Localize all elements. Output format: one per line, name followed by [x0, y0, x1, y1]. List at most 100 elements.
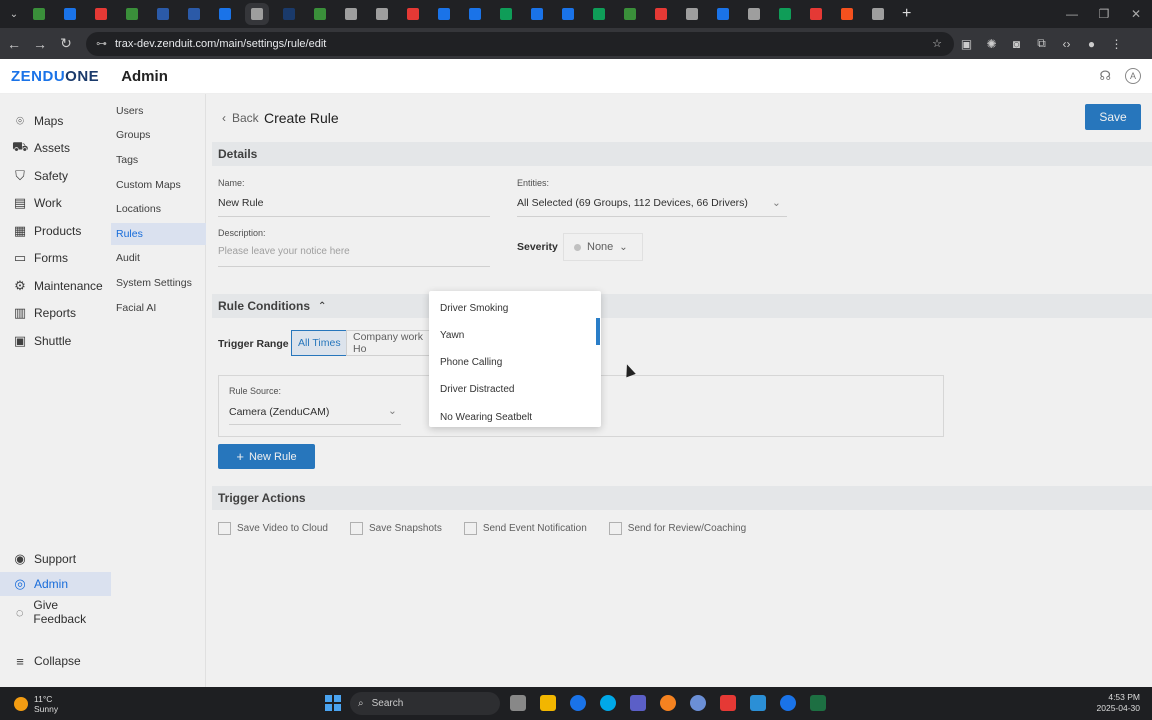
puzzle-icon[interactable]: ⧉: [1029, 36, 1054, 51]
nav-item-give-feedback[interactable]: ◌ Give Feedback: [12, 598, 111, 626]
nav-item-support[interactable]: ◉ Support: [12, 549, 76, 569]
browser-tab[interactable]: [650, 3, 672, 25]
browser-tab[interactable]: [619, 3, 641, 25]
app-icon[interactable]: [720, 695, 736, 711]
subnav-item-custom-maps[interactable]: Custom Maps: [116, 179, 181, 191]
checkbox[interactable]: [350, 522, 363, 535]
browser-tab[interactable]: [340, 3, 362, 25]
menu-kebab-icon[interactable]: ⋮: [1104, 37, 1129, 51]
browser-tab[interactable]: [309, 3, 331, 25]
checkbox[interactable]: [463, 522, 477, 535]
bookmark-star-icon[interactable]: ☆: [932, 37, 942, 50]
nav-item-forms[interactable]: ▭ Forms: [12, 248, 68, 268]
subnav-item-tags[interactable]: Tags: [116, 154, 138, 166]
subnav-item-locations[interactable]: Locations: [116, 203, 161, 215]
action-send-review[interactable]: Send for Review/Coaching: [608, 522, 746, 535]
browser-tab[interactable]: [152, 3, 174, 25]
browser-tab[interactable]: [805, 3, 827, 25]
chevron-down-icon[interactable]: ⌄: [772, 197, 781, 209]
browser-tab[interactable]: [681, 3, 703, 25]
browser-tab[interactable]: [433, 3, 455, 25]
browser-tab[interactable]: [402, 3, 424, 25]
back-link[interactable]: ‹ Back: [222, 111, 259, 125]
description-input[interactable]: Please leave your notice here: [218, 246, 350, 257]
rule-type-dropdown[interactable]: Driver Smoking Yawn Phone Calling Driver…: [429, 291, 601, 427]
nav-item-admin[interactable]: ◎ Admin: [12, 574, 68, 594]
browser-tab[interactable]: [90, 3, 112, 25]
excel-icon[interactable]: [810, 695, 826, 711]
browser-tab[interactable]: [183, 3, 205, 25]
taskbar-search[interactable]: ⌕ Search: [350, 692, 500, 715]
browser-tab[interactable]: [495, 3, 517, 25]
subnav-item-system-settings[interactable]: System Settings: [116, 277, 192, 289]
postman-icon[interactable]: [660, 695, 676, 711]
address-bar[interactable]: ⊶ trax-dev.zenduit.com/main/settings/rul…: [86, 31, 954, 56]
weather-widget[interactable]: 11°C Sunny: [14, 694, 58, 714]
name-field[interactable]: New Rule: [218, 197, 264, 209]
nav-item-maintenance[interactable]: ⚙ Maintenance: [12, 276, 103, 296]
action-send-notification[interactable]: Send Event Notification: [463, 522, 587, 535]
browser-tab[interactable]: [245, 3, 269, 25]
subnav-item-audit[interactable]: Audit: [116, 252, 140, 264]
nav-item-work[interactable]: ▤ Work: [12, 193, 62, 213]
minimize-icon[interactable]: —: [1056, 0, 1088, 28]
app-icon[interactable]: [690, 695, 706, 711]
nav-item-assets[interactable]: ⛟ Assets: [12, 138, 70, 158]
dropdown-option-driver-smoking[interactable]: Driver Smoking: [440, 303, 508, 314]
browser-tab[interactable]: [371, 3, 393, 25]
browser-tab[interactable]: [588, 3, 610, 25]
subnav-item-facial-ai[interactable]: Facial AI: [116, 302, 156, 314]
chrome-icon[interactable]: [780, 695, 796, 711]
nav-item-safety[interactable]: ⛉ Safety: [12, 166, 68, 186]
tab-search-dropdown-icon[interactable]: ⌄: [0, 0, 28, 28]
dropdown-scrollbar[interactable]: [596, 318, 600, 345]
entities-select[interactable]: All Selected (69 Groups, 112 Devices, 66…: [517, 197, 748, 209]
dropdown-option-yawn[interactable]: Yawn: [440, 330, 464, 341]
rule-conditions-header[interactable]: Rule Conditions ⌃: [212, 294, 1152, 318]
chrome-icon[interactable]: [570, 695, 586, 711]
browser-tab[interactable]: [774, 3, 796, 25]
browser-tab[interactable]: [836, 3, 858, 25]
back-arrow-icon[interactable]: ←: [2, 36, 26, 52]
checkbox[interactable]: [608, 522, 622, 535]
devtools-icon[interactable]: ‹›: [1054, 37, 1079, 51]
task-view-icon[interactable]: [510, 695, 526, 711]
severity-select[interactable]: None ⌄: [563, 233, 643, 261]
zenduone-logo[interactable]: ZENDUONE: [11, 68, 99, 85]
action-save-snapshots[interactable]: Save Snapshots: [350, 522, 442, 535]
action-save-video[interactable]: Save Video to Cloud: [218, 522, 328, 535]
close-window-icon[interactable]: ✕: [1120, 0, 1152, 28]
browser-tab[interactable]: [28, 3, 50, 25]
browser-tab[interactable]: [278, 3, 300, 25]
skype-icon[interactable]: [600, 695, 616, 711]
browser-tab[interactable]: [214, 3, 236, 25]
checkbox[interactable]: [218, 522, 231, 535]
nav-item-shuttle[interactable]: ▣ Shuttle: [12, 331, 72, 351]
browser-tab[interactable]: [526, 3, 548, 25]
browser-tab[interactable]: [59, 3, 81, 25]
dropdown-option-driver-distracted[interactable]: Driver Distracted: [440, 384, 514, 395]
nav-item-products[interactable]: ▦ Products: [12, 221, 82, 241]
windows-start-icon[interactable]: [325, 695, 341, 711]
camera-icon[interactable]: ◙: [1004, 37, 1029, 51]
new-tab-icon[interactable]: +: [902, 5, 911, 23]
nav-item-reports[interactable]: ▥ Reports: [12, 303, 76, 323]
save-button[interactable]: Save: [1085, 104, 1141, 130]
nav-item-maps[interactable]: ⌾ Maps: [12, 111, 63, 131]
browser-tab[interactable]: [712, 3, 734, 25]
chevron-down-icon[interactable]: ⌄: [388, 405, 397, 417]
forward-arrow-icon[interactable]: →: [28, 36, 52, 52]
trigger-range-company-hours[interactable]: Company work Ho: [346, 330, 436, 356]
subnav-item-users[interactable]: Users: [116, 105, 143, 117]
headset-icon[interactable]: ☊: [1099, 68, 1111, 84]
browser-tab[interactable]: [557, 3, 579, 25]
extension-icon[interactable]: ▣: [954, 37, 979, 51]
reload-icon[interactable]: ↻: [54, 35, 78, 52]
taskbar-clock[interactable]: 4:53 PM 2025-04-30: [1097, 692, 1140, 714]
chevron-up-icon[interactable]: ⌃: [318, 301, 326, 312]
subnav-item-groups[interactable]: Groups: [116, 129, 150, 141]
extension-icon[interactable]: ✺: [979, 37, 1004, 51]
trigger-range-all-times[interactable]: All Times: [291, 330, 348, 356]
user-avatar-icon[interactable]: A: [1125, 68, 1141, 84]
rule-source-select[interactable]: Camera (ZenduCAM): [229, 406, 329, 418]
